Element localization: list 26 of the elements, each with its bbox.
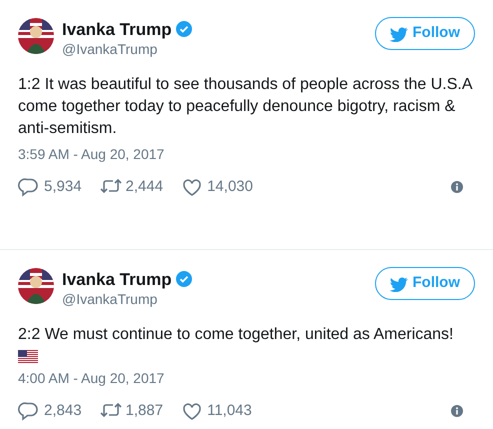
info-icon[interactable] <box>451 405 463 418</box>
avatar-image[interactable] <box>18 18 54 54</box>
follow-button[interactable]: Follow <box>374 17 475 50</box>
like-count: 14,030 <box>207 177 253 197</box>
bird-icon <box>388 275 408 292</box>
user-name[interactable]: Ivanka Trump <box>62 270 172 290</box>
tweet-timestamp[interactable]: 3:59 AM - Aug 20, 2017 <box>18 144 475 164</box>
user-name[interactable]: Ivanka Trump <box>62 20 172 40</box>
tweet-text: 1:2 It was beautiful to see thousands of people across the U.S.A come together today to peacefully denounce bigotry, racism & anti-semitism. <box>18 75 474 139</box>
avatar-image[interactable] <box>18 268 54 304</box>
user-handle[interactable]: @IvankaTrump <box>62 290 192 308</box>
tweet-timestamp[interactable]: 4:00 AM - Aug 20, 2017 <box>18 368 475 388</box>
reply-icon[interactable] <box>18 177 40 198</box>
like-count: 11,043 <box>207 401 252 421</box>
user-handle[interactable]: @IvankaTrump <box>62 40 192 58</box>
info-icon[interactable] <box>451 181 463 194</box>
heart-icon[interactable] <box>181 401 204 422</box>
follow-button[interactable]: Follow <box>374 267 475 300</box>
reply-icon[interactable] <box>18 401 40 422</box>
heart-icon[interactable] <box>181 177 204 198</box>
bird-icon <box>388 25 408 42</box>
retweet-count: 2,444 <box>126 177 164 197</box>
retweet-count: 1,887 <box>126 401 164 421</box>
reply-count: 2,843 <box>44 401 82 421</box>
reply-count: 5,934 <box>44 177 82 197</box>
tweet-text: 2:2 We must continue to come together, united as Americans! <box>18 325 454 345</box>
